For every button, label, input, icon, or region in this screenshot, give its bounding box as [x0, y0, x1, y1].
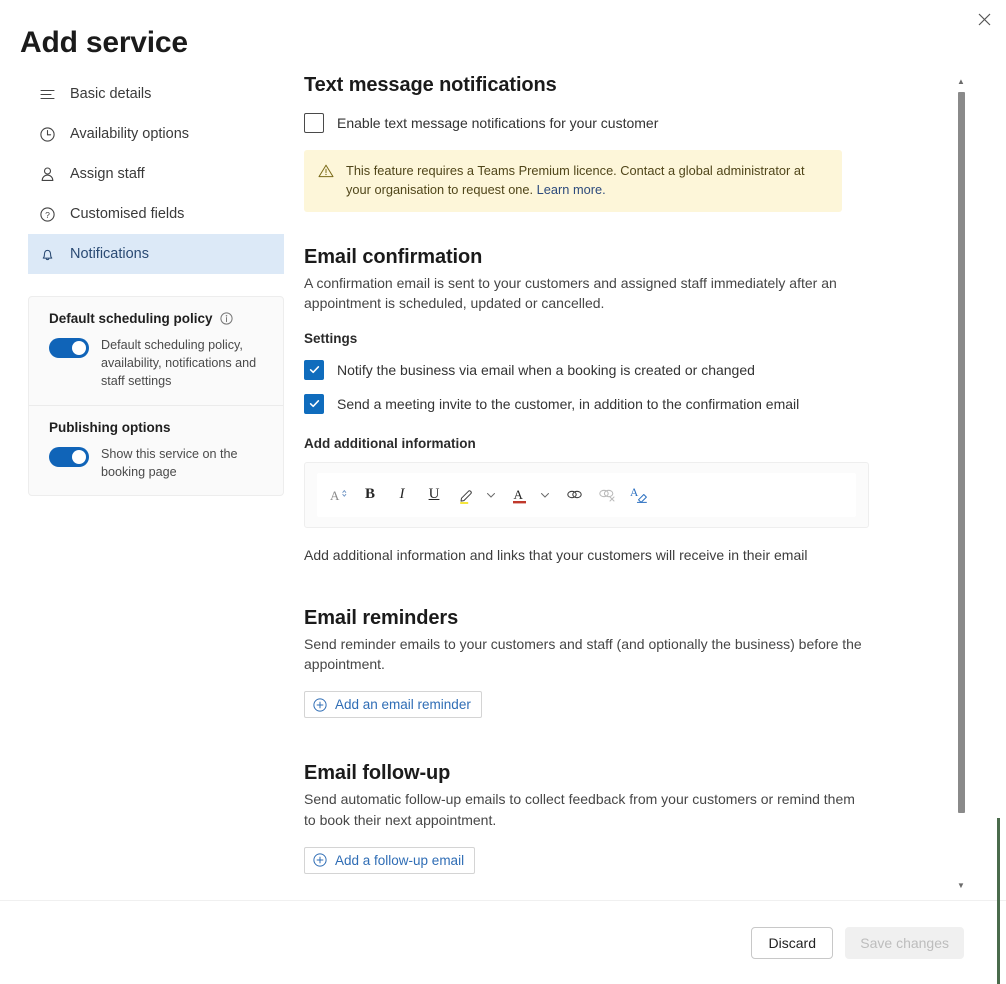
content-scrollbar[interactable]: ▲ ▼	[954, 76, 968, 892]
email-confirmation-description: A confirmation email is sent to your cus…	[304, 273, 869, 314]
panel-body: Add service Basic details Availability o…	[0, 0, 1006, 900]
email-reminders-description: Send reminder emails to your customers a…	[304, 634, 869, 675]
bold-icon[interactable]: B	[355, 480, 385, 510]
publishing-options-toggle[interactable]	[49, 447, 89, 467]
plus-circle-icon	[313, 853, 327, 867]
sidebar-nav: Basic details Availability options Assig…	[28, 74, 284, 274]
notify-business-label: Notify the business via email when a boo…	[337, 362, 755, 378]
font-size-icon[interactable]: A	[323, 480, 353, 510]
sidebar-item-label: Availability options	[70, 126, 189, 142]
content-wrap: Text message notifications Enable text m…	[296, 0, 1006, 900]
add-service-panel: Add service Basic details Availability o…	[0, 0, 1006, 984]
additional-information-editor[interactable]: A B I	[304, 462, 869, 528]
add-followup-email-label: Add a follow-up email	[335, 853, 464, 868]
settings-label: Settings	[304, 331, 926, 346]
enable-text-message-checkbox-row[interactable]: Enable text message notifications for yo…	[304, 113, 926, 133]
svg-text:?: ?	[45, 210, 50, 220]
svg-text:A: A	[330, 488, 340, 503]
sidebar: Add service Basic details Availability o…	[0, 0, 296, 900]
plus-circle-icon	[313, 698, 327, 712]
text-message-notifications-heading: Text message notifications	[304, 74, 926, 97]
meeting-invite-label: Send a meeting invite to the customer, i…	[337, 396, 799, 412]
email-reminders-heading: Email reminders	[304, 607, 926, 630]
list-icon	[38, 85, 56, 103]
section-title-row: Publishing options	[49, 420, 267, 435]
enable-text-message-checkbox[interactable]	[304, 113, 324, 133]
sidebar-item-label: Assign staff	[70, 166, 145, 182]
bell-icon	[38, 245, 56, 263]
email-confirmation-section: Email confirmation A confirmation email …	[304, 246, 926, 563]
editor-toolbar: A B I	[317, 473, 856, 517]
publishing-options-toggle-row[interactable]: Show this service on the booking page	[49, 446, 267, 482]
editor-hint: Add additional information and links tha…	[304, 547, 926, 563]
page-title: Add service	[0, 26, 296, 60]
publishing-options-toggle-label: Show this service on the booking page	[101, 446, 267, 482]
sidebar-settings-card: Default scheduling policy Default schedu…	[28, 296, 284, 496]
sidebar-item-notifications[interactable]: Notifications	[28, 234, 284, 274]
warning-icon	[318, 163, 334, 199]
email-followup-heading: Email follow-up	[304, 762, 926, 785]
notify-business-checkbox[interactable]	[304, 360, 324, 380]
default-scheduling-policy-toggle[interactable]	[49, 338, 89, 358]
sidebar-item-label: Basic details	[70, 86, 151, 102]
underline-icon[interactable]: U	[419, 480, 449, 510]
svg-text:A: A	[514, 487, 524, 502]
clock-icon	[38, 125, 56, 143]
highlight-chevron-down-icon[interactable]	[483, 480, 499, 510]
email-followup-section: Email follow-up Send automatic follow-up…	[304, 762, 926, 874]
add-followup-email-button[interactable]: Add a follow-up email	[304, 847, 475, 874]
section-title-row: Default scheduling policy	[49, 311, 267, 326]
warning-text-wrap: This feature requires a Teams Premium li…	[346, 162, 828, 199]
sidebar-item-availability-options[interactable]: Availability options	[28, 114, 284, 154]
discard-button[interactable]: Discard	[751, 927, 833, 959]
add-email-reminder-label: Add an email reminder	[335, 697, 471, 712]
right-edge-accent-bar	[997, 818, 1000, 984]
default-scheduling-policy-title: Default scheduling policy	[49, 311, 213, 326]
save-changes-button: Save changes	[845, 927, 964, 959]
scrollbar-thumb[interactable]	[958, 92, 965, 813]
default-scheduling-policy-toggle-row[interactable]: Default scheduling policy, availability,…	[49, 337, 267, 391]
remove-link-icon	[591, 480, 621, 510]
font-color-chevron-down-icon[interactable]	[537, 480, 553, 510]
default-scheduling-policy-section: Default scheduling policy Default schedu…	[29, 297, 283, 405]
meeting-invite-checkbox[interactable]	[304, 394, 324, 414]
info-icon[interactable]	[220, 312, 233, 325]
email-followup-description: Send automatic follow-up emails to colle…	[304, 789, 869, 830]
panel-footer: Discard Save changes	[0, 900, 1006, 984]
notify-business-checkbox-row[interactable]: Notify the business via email when a boo…	[304, 360, 926, 380]
sidebar-item-customised-fields[interactable]: ? Customised fields	[28, 194, 284, 234]
sidebar-item-label: Customised fields	[70, 206, 184, 222]
font-color-icon[interactable]: A	[505, 480, 535, 510]
teams-premium-warning: This feature requires a Teams Premium li…	[304, 150, 842, 212]
enable-text-message-label: Enable text message notifications for yo…	[337, 115, 658, 131]
clear-formatting-icon[interactable]: A	[623, 480, 653, 510]
sidebar-item-basic-details[interactable]: Basic details	[28, 74, 284, 114]
highlight-icon[interactable]	[451, 480, 481, 510]
settings-scroll-area: Text message notifications Enable text m…	[296, 0, 1006, 900]
scrollbar-track[interactable]	[958, 92, 965, 876]
email-confirmation-heading: Email confirmation	[304, 246, 926, 269]
question-icon: ?	[38, 205, 56, 223]
publishing-options-title: Publishing options	[49, 420, 171, 435]
meeting-invite-checkbox-row[interactable]: Send a meeting invite to the customer, i…	[304, 394, 926, 414]
svg-text:A: A	[630, 487, 639, 499]
scroll-up-arrow-icon[interactable]: ▲	[954, 76, 968, 88]
sidebar-item-label: Notifications	[70, 246, 149, 262]
add-additional-information-label: Add additional information	[304, 436, 926, 451]
sidebar-item-assign-staff[interactable]: Assign staff	[28, 154, 284, 194]
email-reminders-section: Email reminders Send reminder emails to …	[304, 607, 926, 719]
insert-link-icon[interactable]	[559, 480, 589, 510]
publishing-options-section: Publishing options Show this service on …	[29, 405, 283, 496]
default-scheduling-policy-toggle-label: Default scheduling policy, availability,…	[101, 337, 267, 391]
learn-more-link[interactable]: Learn more.	[537, 182, 606, 197]
italic-icon[interactable]: I	[387, 480, 417, 510]
person-icon	[38, 165, 56, 183]
add-email-reminder-button[interactable]: Add an email reminder	[304, 691, 482, 718]
scroll-down-arrow-icon[interactable]: ▼	[954, 880, 968, 892]
